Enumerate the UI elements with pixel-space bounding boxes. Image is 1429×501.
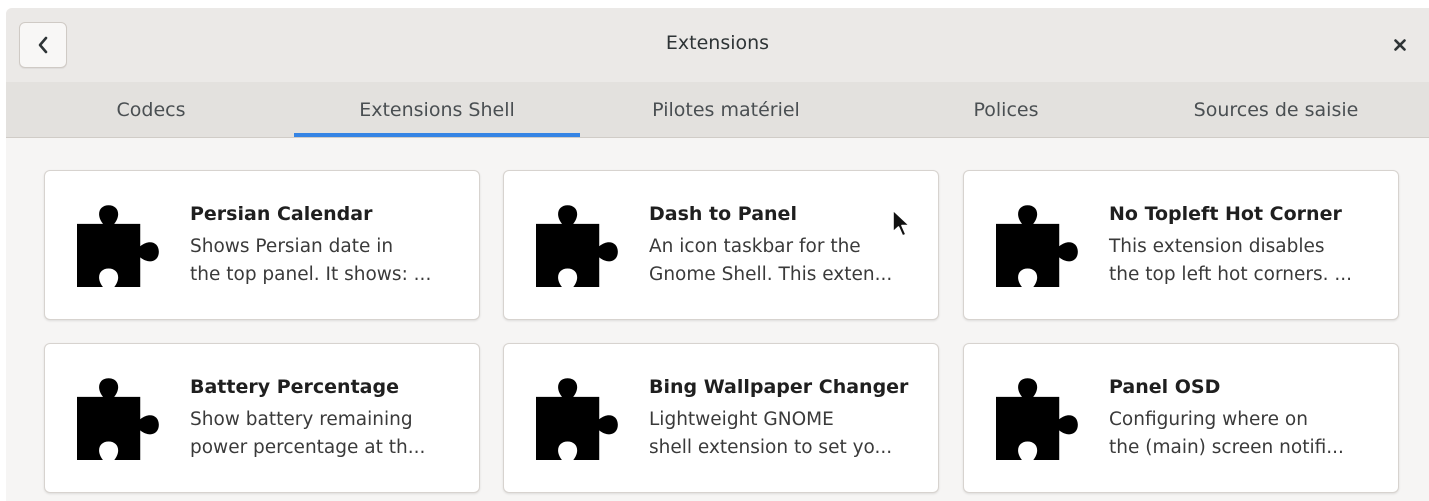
extension-description: An icon taskbar for the Gnome Shell. Thi… [649, 236, 893, 285]
extension-description: Shows Persian date in the top panel. It … [190, 236, 432, 285]
window-title: Extensions [665, 32, 770, 54]
extension-card-no-topleft-hot-corner[interactable]: No Topleft Hot Corner This extension dis… [963, 170, 1399, 320]
extension-description: Show battery remaining power percentage … [190, 409, 426, 458]
close-button[interactable] [1385, 30, 1415, 60]
extension-card-battery-percentage[interactable]: Battery Percentage Show battery remainin… [44, 343, 480, 493]
extension-description: Configuring where on the (main) screen n… [1109, 409, 1344, 458]
extension-description: Lightweight GNOME shell extension to set… [649, 409, 893, 458]
puzzle-piece-icon [536, 205, 618, 287]
extension-name: No Topleft Hot Corner [1109, 203, 1342, 225]
extension-name: Dash to Panel [649, 203, 797, 225]
extension-name: Bing Wallpaper Changer [649, 376, 909, 398]
extension-card-bing-wallpaper-changer[interactable]: Bing Wallpaper Changer Lightweight GNOME… [503, 343, 939, 493]
extension-description: This extension disables the top left hot… [1109, 236, 1352, 285]
tab-codecs[interactable]: Codecs [66, 82, 236, 137]
tab-extensions-shell[interactable]: Extensions Shell [294, 82, 580, 137]
puzzle-piece-icon [536, 378, 618, 460]
extension-name: Panel OSD [1109, 376, 1221, 398]
puzzle-piece-icon [996, 378, 1078, 460]
extension-card-dash-to-panel[interactable]: Dash to Panel An icon taskbar for the Gn… [503, 170, 939, 320]
tab-polices[interactable]: Polices [926, 82, 1086, 137]
tab-bar: Codecs Extensions Shell Pilotes matériel… [6, 82, 1429, 138]
puzzle-piece-icon [77, 378, 159, 460]
close-icon [1394, 39, 1406, 51]
extensions-window: Extensions Codecs Extensions Shell Pilot… [6, 8, 1429, 501]
header-bar: Extensions [6, 8, 1429, 82]
tab-pilotes-materiel[interactable]: Pilotes matériel [606, 82, 846, 137]
extension-name: Battery Percentage [190, 376, 399, 398]
extension-card-persian-calendar[interactable]: Persian Calendar Shows Persian date in t… [44, 170, 480, 320]
puzzle-piece-icon [77, 205, 159, 287]
extension-card-panel-osd[interactable]: Panel OSD Configuring where on the (main… [963, 343, 1399, 493]
puzzle-piece-icon [996, 205, 1078, 287]
tab-sources-de-saisie[interactable]: Sources de saisie [1156, 82, 1396, 137]
extension-name: Persian Calendar [190, 203, 373, 225]
